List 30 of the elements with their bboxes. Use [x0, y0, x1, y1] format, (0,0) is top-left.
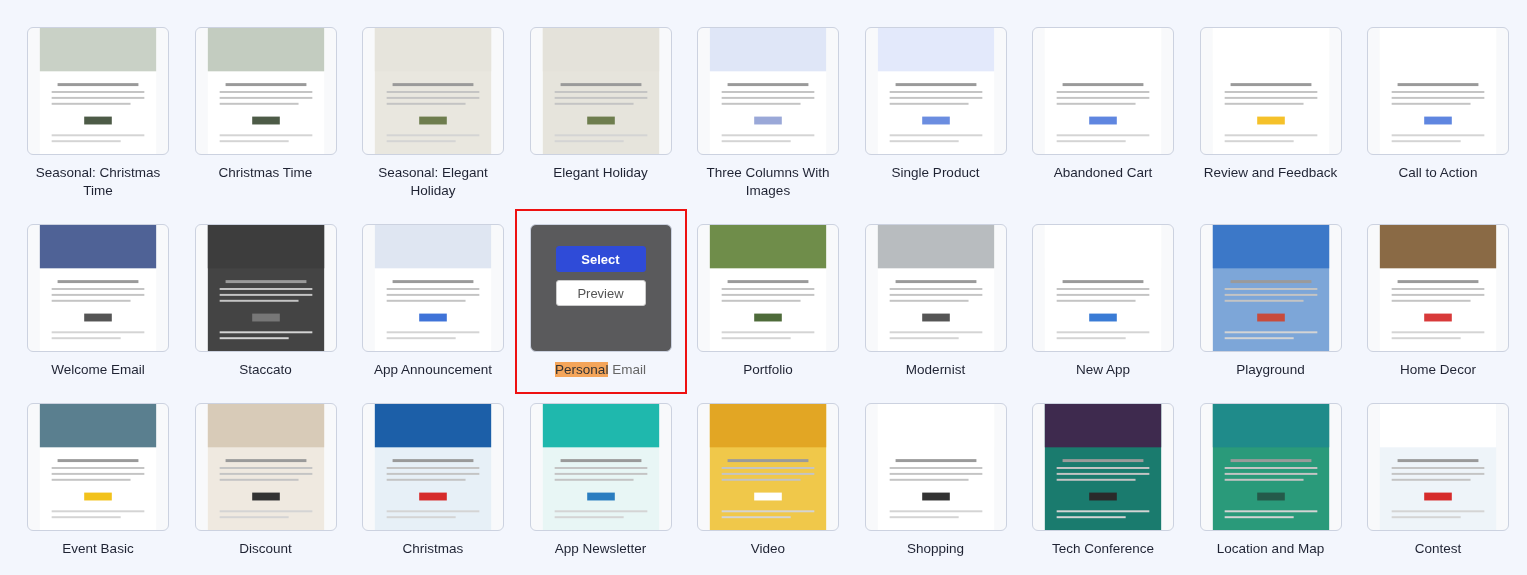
template-name: Portfolio	[742, 361, 794, 379]
template-name: Personal Email	[554, 361, 647, 379]
template-name: Elegant Holiday	[552, 164, 649, 182]
template-name: Playground	[1235, 361, 1306, 379]
template-name: Event Basic	[61, 540, 135, 558]
select-button[interactable]: Select	[555, 246, 646, 272]
template-name: Abandoned Cart	[1052, 164, 1154, 182]
template-name: Modernist	[904, 361, 967, 379]
template-name: App Announcement	[373, 361, 493, 379]
template-name: Home Decor	[1399, 361, 1477, 379]
template-card[interactable]: Select Preview Personal Email	[529, 224, 672, 379]
template-name: Welcome Email	[50, 361, 146, 379]
template-name: Tech Conference	[1050, 540, 1156, 558]
template-name: Seasonal: Elegant Holiday	[377, 164, 489, 200]
template-name: Christmas Time	[217, 164, 314, 182]
template-name: App Newsletter	[553, 540, 648, 558]
template-name: Review and Feedback	[1202, 164, 1339, 182]
template-name: New App	[1074, 361, 1131, 379]
template-name: Three Columns With Images	[705, 164, 831, 200]
template-name: Video	[749, 540, 787, 558]
template-name: Contest	[1413, 540, 1463, 558]
template-name: Staccato	[238, 361, 293, 379]
template-name: Seasonal: Christmas Time	[34, 164, 162, 200]
template-name: Discount	[238, 540, 293, 558]
preview-button[interactable]: Preview	[555, 280, 646, 306]
template-name: Single Product	[890, 164, 981, 182]
template-name: Christmas	[401, 540, 465, 558]
template-name: Shopping	[905, 540, 966, 558]
template-name: Location and Map	[1215, 540, 1326, 558]
template-name: Call to Action	[1397, 164, 1479, 182]
